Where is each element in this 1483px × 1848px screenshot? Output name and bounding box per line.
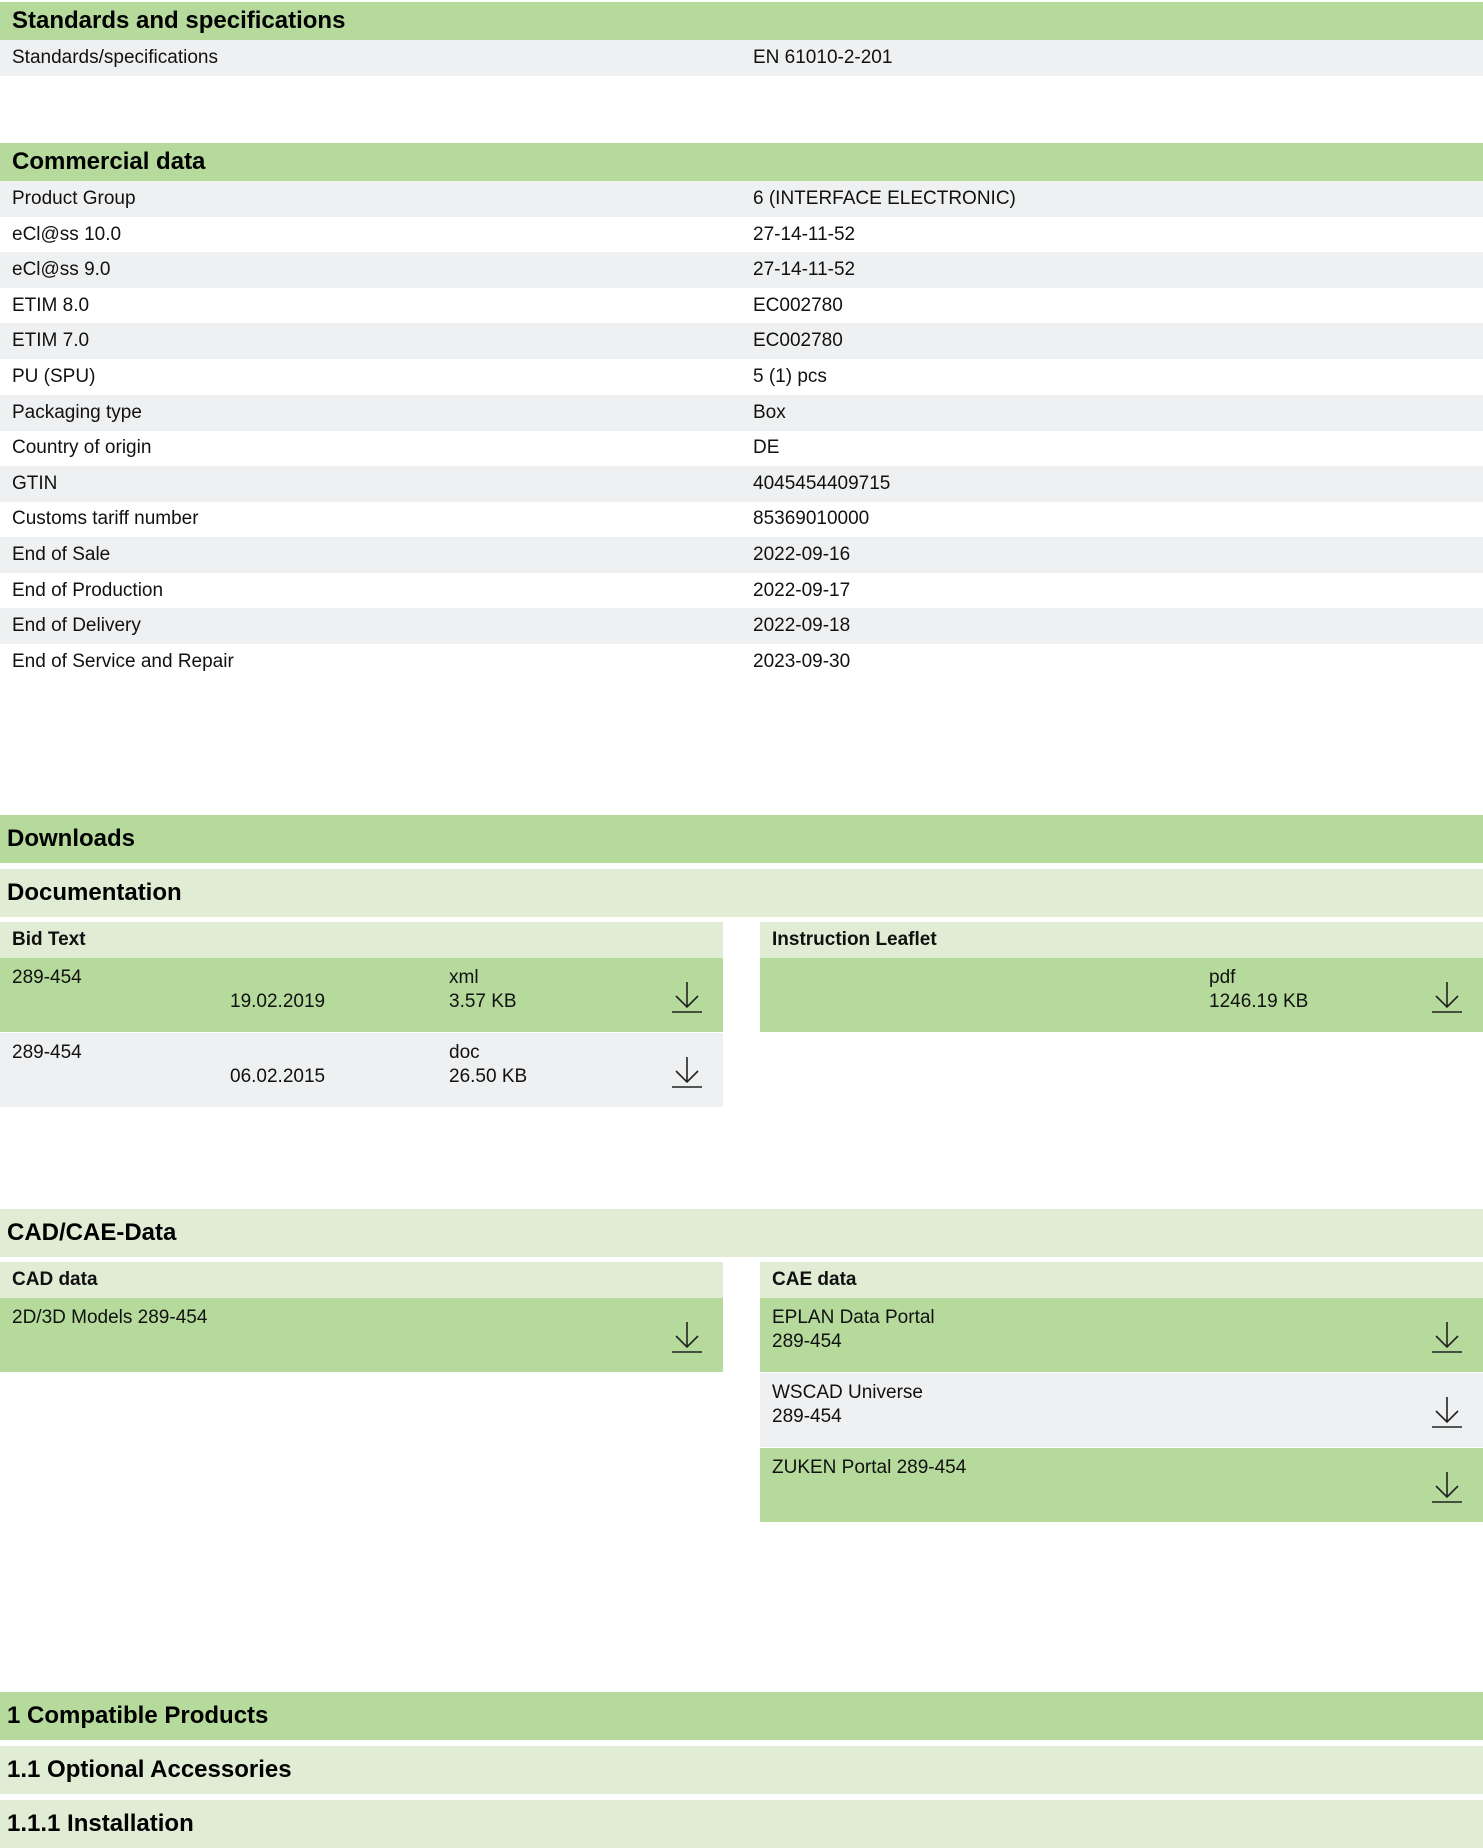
bid-text-item[interactable]: 289-454 19.02.2019 xml 3.57 KB [0, 958, 723, 1032]
commercial-label: Country of origin [12, 437, 152, 459]
commercial-value: 5 (1) pcs [753, 366, 827, 387]
commercial-row: Packaging type Box [0, 394, 1483, 431]
commercial-value: Box [753, 401, 786, 423]
cae-data-header: CAE data [760, 1262, 1483, 1298]
bid-text-item-size: 26.50 KB [449, 1066, 528, 1087]
downloads-title: Downloads [0, 815, 1483, 863]
download-icon[interactable] [1430, 1470, 1464, 1504]
spec-value: EN 61010-2-201 [753, 47, 893, 68]
commercial-label: Packaging type [12, 401, 142, 423]
commercial-row: ETIM 7.0 EC002780 [0, 323, 1483, 360]
standards-section-title: Standards and specifications [0, 2, 1483, 40]
commercial-label: End of Delivery [12, 615, 141, 637]
commercial-label: ETIM 7.0 [12, 330, 90, 352]
commercial-row: eCl@ss 9.0 27-14-11-52 [0, 252, 1483, 289]
commercial-row: Product Group 6 (INTERFACE ELECTRONIC) [0, 181, 1483, 217]
commercial-label: ETIM 8.0 [12, 294, 90, 316]
spec-label: Standards/specifications [12, 47, 218, 68]
cad-cae-title: CAD/CAE-Data [0, 1209, 1483, 1257]
commercial-row: End of Sale 2022-09-16 [0, 537, 1483, 573]
commercial-value: 85369010000 [753, 508, 870, 530]
download-icon[interactable] [670, 1320, 704, 1354]
download-icon[interactable] [670, 1055, 704, 1089]
commercial-row: End of Production 2022-09-17 [0, 573, 1483, 609]
cad-data-item-label: 2D/3D Models 289-454 [12, 1307, 208, 1328]
commercial-label: Product Group [12, 188, 136, 209]
bid-text-item[interactable]: 289-454 06.02.2015 doc 26.50 KB [0, 1033, 723, 1107]
commercial-row: ETIM 8.0 EC002780 [0, 288, 1483, 324]
commercial-label: End of Service and Repair [12, 650, 234, 672]
commercial-row: Customs tariff number 85369010000 [0, 501, 1483, 537]
commercial-label: End of Sale [12, 544, 111, 565]
cae-data-item-wscad[interactable]: WSCAD Universe 289-454 [760, 1373, 1483, 1447]
download-icon[interactable] [670, 980, 704, 1014]
compatible-products-title: 1 Compatible Products [0, 1692, 1483, 1740]
commercial-value: 6 (INTERFACE ELECTRONIC) [753, 188, 1016, 209]
download-icon[interactable] [1430, 1320, 1464, 1354]
instruction-leaflet-format: pdf [1209, 967, 1236, 988]
commercial-label: Customs tariff number [12, 508, 199, 530]
bid-text-header: Bid Text [0, 922, 723, 958]
commercial-value: 27-14-11-52 [753, 259, 856, 281]
commercial-value: 4045454409715 [753, 472, 891, 494]
cae-item-title: WSCAD Universe [772, 1382, 923, 1403]
bid-text-item-date: 06.02.2015 [230, 1066, 326, 1087]
commercial-label: eCl@ss 10.0 [12, 223, 122, 245]
commercial-row: End of Delivery 2022-09-18 [0, 608, 1483, 645]
optional-accessories-title: 1.1 Optional Accessories [0, 1746, 1483, 1794]
commercial-row: GTIN 4045454409715 [0, 465, 1483, 502]
cae-item-title: EPLAN Data Portal [772, 1307, 935, 1328]
instruction-leaflet-size: 1246.19 KB [1209, 991, 1309, 1012]
cae-item-number: 289-454 [772, 1406, 842, 1427]
installation-title: 1.1.1 Installation [0, 1800, 1483, 1848]
commercial-row: PU (SPU) 5 (1) pcs [0, 359, 1483, 395]
documentation-title: Documentation [0, 869, 1483, 917]
bid-text-item-date: 19.02.2019 [230, 991, 326, 1012]
bid-text-item-name: 289-454 [12, 967, 82, 988]
download-icon[interactable] [1430, 980, 1464, 1014]
commercial-value: EC002780 [753, 294, 843, 316]
commercial-label: eCl@ss 9.0 [12, 259, 111, 281]
instruction-leaflet-item[interactable]: pdf 1246.19 KB [760, 958, 1483, 1032]
cae-data-item-eplan[interactable]: EPLAN Data Portal 289-454 [760, 1298, 1483, 1372]
bid-text-item-size: 3.57 KB [449, 991, 517, 1012]
bid-text-item-format: doc [449, 1042, 480, 1063]
commercial-value: 2022-09-17 [753, 579, 851, 601]
download-icon[interactable] [1430, 1395, 1464, 1429]
cad-data-header: CAD data [0, 1262, 723, 1298]
commercial-section-title: Commercial data [0, 143, 1483, 181]
cae-item-title: ZUKEN Portal 289-454 [772, 1457, 967, 1478]
cae-data-item-zuken[interactable]: ZUKEN Portal 289-454 [760, 1448, 1483, 1522]
instruction-leaflet-header: Instruction Leaflet [760, 922, 1483, 958]
commercial-value: DE [753, 437, 780, 459]
commercial-row: Country of origin DE [0, 430, 1483, 466]
commercial-value: EC002780 [753, 330, 843, 352]
cad-data-item[interactable]: 2D/3D Models 289-454 [0, 1298, 723, 1372]
commercial-value: 2022-09-18 [753, 615, 851, 637]
commercial-label: GTIN [12, 472, 58, 494]
commercial-label: PU (SPU) [12, 366, 96, 387]
commercial-row: End of Service and Repair 2023-09-30 [0, 644, 1483, 680]
commercial-value: 2022-09-16 [753, 544, 851, 565]
spec-row: Standards/specifications EN 61010-2-201 [0, 40, 1483, 76]
bid-text-item-format: xml [449, 967, 479, 988]
commercial-value: 2023-09-30 [753, 650, 851, 672]
commercial-label: End of Production [12, 579, 164, 601]
cae-item-number: 289-454 [772, 1331, 842, 1352]
commercial-row: eCl@ss 10.0 27-14-11-52 [0, 217, 1483, 253]
bid-text-item-name: 289-454 [12, 1042, 82, 1063]
commercial-value: 27-14-11-52 [753, 223, 856, 245]
